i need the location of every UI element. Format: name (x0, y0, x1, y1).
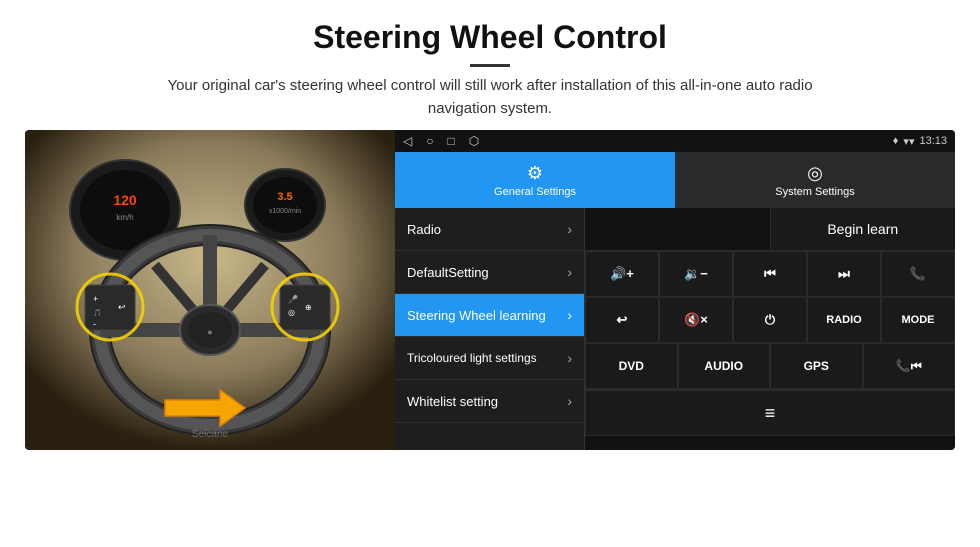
left-menu: Radio › DefaultSetting › Steering Wheel … (395, 208, 585, 450)
audio-button[interactable]: AUDIO (678, 343, 771, 389)
menu-item-tricoloured[interactable]: Tricoloured light settings › (395, 337, 584, 380)
status-bar: ◁ ○ □ ⬡ ♦ ▾▾ 13:13 (395, 130, 955, 152)
menu-radio-chevron: › (567, 221, 572, 237)
menu-item-steering-wheel[interactable]: Steering Wheel learning › (395, 294, 584, 337)
tab-general-settings[interactable]: ⚙ General Settings (395, 152, 675, 208)
svg-text:km/h: km/h (116, 213, 133, 222)
menu-tricoloured-label: Tricoloured light settings (407, 351, 537, 367)
steering-wheel-illustration: 120 km/h 3.5 x1000/min ● + 🎵 - (25, 130, 395, 450)
page-subtitle: Your original car's steering wheel contr… (140, 75, 840, 120)
power-icon: ⏻ (765, 312, 775, 328)
menu-whitelist-label: Whitelist setting (407, 394, 498, 409)
vol-down-icon: 🔉− (684, 266, 708, 282)
nav-icons: ◁ ○ □ ⬡ (403, 134, 479, 148)
svg-text:x1000/min: x1000/min (269, 208, 301, 215)
back-nav-icon[interactable]: ◁ (403, 134, 412, 148)
next-button[interactable]: ⏭ (807, 251, 881, 297)
call-prev-button[interactable]: 📞⏮ (863, 343, 956, 389)
svg-text:↩: ↩ (118, 302, 126, 312)
menu-whitelist-chevron: › (567, 393, 572, 409)
system-icon: ◎ (807, 163, 823, 184)
call-prev-icon: 📞⏮ (896, 359, 922, 374)
begin-learn-label: Begin learn (827, 221, 898, 237)
mode-button[interactable]: MODE (881, 297, 955, 343)
tab-general-label: General Settings (494, 186, 576, 198)
menu-item-radio[interactable]: Radio › (395, 208, 584, 251)
main-content: 120 km/h 3.5 x1000/min ● + 🎵 - (0, 130, 980, 460)
home-nav-icon[interactable]: ○ (426, 134, 433, 148)
svg-text:⊕: ⊕ (305, 303, 312, 312)
svg-text:🎤: 🎤 (288, 294, 298, 304)
top-row: Begin learn (585, 208, 955, 251)
menu-icon: ≡ (765, 403, 776, 424)
vol-up-button[interactable]: 🔊+ (585, 251, 659, 297)
title-divider (470, 64, 510, 67)
menu-steering-label: Steering Wheel learning (407, 308, 546, 323)
gps-label: GPS (804, 359, 829, 373)
back-icon: ↩ (617, 312, 628, 328)
car-image: 120 km/h 3.5 x1000/min ● + 🎵 - (25, 130, 395, 450)
time-display: 13:13 (919, 135, 947, 147)
menu-button[interactable]: ≡ (585, 390, 955, 436)
radio-button[interactable]: RADIO (807, 297, 881, 343)
media-nav-icon[interactable]: ⬡ (469, 134, 479, 148)
prev-icon: ⏮ (764, 266, 776, 282)
mute-icon: 🔇× (684, 312, 708, 328)
dvd-button[interactable]: DVD (585, 343, 678, 389)
menu-item-default-setting[interactable]: DefaultSetting › (395, 251, 584, 294)
vol-down-button[interactable]: 🔉− (659, 251, 733, 297)
svg-text:120: 120 (113, 192, 137, 208)
mute-button[interactable]: 🔇× (659, 297, 733, 343)
signal-icon: ▾▾ (903, 135, 914, 148)
back-button[interactable]: ↩ (585, 297, 659, 343)
menu-steering-chevron: › (567, 307, 572, 323)
controls-row3: DVD AUDIO GPS 📞⏮ (585, 343, 955, 389)
page-header: Steering Wheel Control Your original car… (0, 0, 980, 130)
menu-default-label: DefaultSetting (407, 265, 489, 280)
recents-nav-icon[interactable]: □ (447, 134, 454, 148)
svg-text:+: + (93, 294, 98, 304)
android-panel: ◁ ○ □ ⬡ ♦ ▾▾ 13:13 ⚙ General Settings ◎ … (395, 130, 955, 450)
svg-text:3.5: 3.5 (277, 191, 292, 203)
next-icon: ⏭ (838, 266, 850, 282)
location-icon: ♦ (893, 135, 899, 147)
dvd-label: DVD (619, 359, 644, 373)
prev-button[interactable]: ⏮ (733, 251, 807, 297)
page-title: Steering Wheel Control (20, 18, 960, 56)
mode-label: MODE (902, 314, 935, 326)
begin-learn-button[interactable]: Begin learn (771, 208, 956, 250)
gps-button[interactable]: GPS (770, 343, 863, 389)
ui-main: Radio › DefaultSetting › Steering Wheel … (395, 208, 955, 450)
right-content: Begin learn 🔊+ 🔉− ⏮ ⏭ (585, 208, 955, 450)
vol-up-icon: 🔊+ (610, 266, 634, 282)
call-button[interactable]: 📞 (881, 251, 955, 297)
tab-bar: ⚙ General Settings ◎ System Settings (395, 152, 955, 208)
radio-label: RADIO (826, 314, 861, 326)
svg-text:◎: ◎ (288, 308, 295, 317)
controls-row1: 🔊+ 🔉− ⏮ ⏭ 📞 (585, 251, 955, 297)
watermark: Seicane (192, 429, 228, 440)
controls-row2: ↩ 🔇× ⏻ RADIO MODE (585, 297, 955, 343)
menu-tricoloured-chevron: › (567, 350, 572, 366)
status-right: ♦ ▾▾ 13:13 (893, 135, 947, 148)
top-row-empty (585, 208, 771, 250)
menu-default-chevron: › (567, 264, 572, 280)
menu-item-whitelist[interactable]: Whitelist setting › (395, 380, 584, 423)
gear-icon: ⚙ (527, 163, 543, 184)
menu-radio-label: Radio (407, 222, 441, 237)
svg-text:-: - (93, 319, 96, 329)
power-button[interactable]: ⏻ (733, 297, 807, 343)
svg-text:🎵: 🎵 (93, 308, 102, 317)
tab-system-label: System Settings (775, 186, 854, 198)
last-row: ≡ (585, 389, 955, 436)
audio-label: AUDIO (704, 359, 743, 373)
call-icon: 📞 (910, 266, 926, 282)
tab-system-settings[interactable]: ◎ System Settings (675, 152, 955, 208)
svg-text:●: ● (207, 327, 212, 337)
